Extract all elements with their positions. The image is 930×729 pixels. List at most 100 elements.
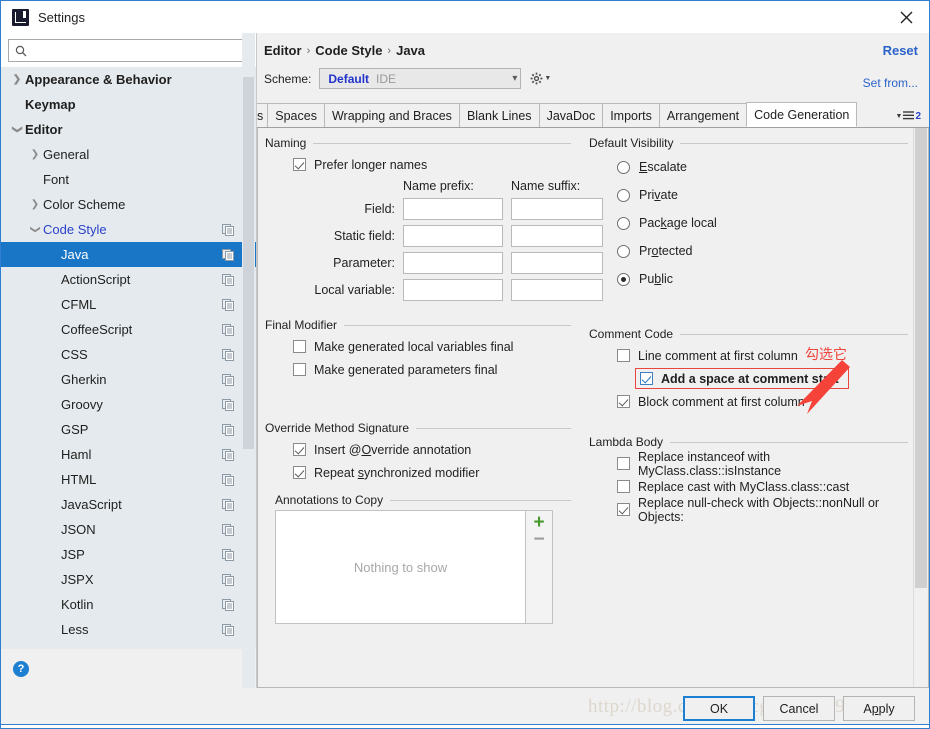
sidebar-scrollbar-thumb[interactable] xyxy=(243,77,254,449)
chevron-right-icon[interactable]: ❯ xyxy=(27,149,43,160)
copy-scheme-icon[interactable] xyxy=(222,548,234,561)
radio-public[interactable]: Public xyxy=(617,265,908,293)
sidebar-item-haml[interactable]: Haml xyxy=(1,442,256,467)
radio-package-local[interactable]: Package local xyxy=(617,209,908,237)
sidebar-item-jsp[interactable]: JSP xyxy=(1,542,256,567)
copy-scheme-icon[interactable] xyxy=(222,448,234,461)
sidebar-item-groovy[interactable]: Groovy xyxy=(1,392,256,417)
tab-code-generation[interactable]: Code Generation xyxy=(746,102,858,127)
sidebar-item-cfml[interactable]: CFML xyxy=(1,292,256,317)
sidebar-item-properties[interactable]: Properties xyxy=(1,642,256,649)
sidebar-item-actionscript[interactable]: ActionScript xyxy=(1,267,256,292)
annotations-list[interactable]: Nothing to show xyxy=(275,510,526,624)
copy-scheme-icon[interactable] xyxy=(222,273,234,286)
reset-link[interactable]: Reset xyxy=(883,43,918,58)
tab-wrapping-and-braces[interactable]: Wrapping and Braces xyxy=(323,103,460,127)
apply-label: Apply xyxy=(863,701,895,716)
tab-imports[interactable]: Imports xyxy=(602,103,660,127)
input-static-field-prefix[interactable] xyxy=(403,225,503,247)
copy-scheme-icon[interactable] xyxy=(222,423,234,436)
checkbox-add-a-space-at-comment-start[interactable]: Add a space at comment start xyxy=(617,367,908,390)
settings-tree[interactable]: ❯ Appearance & Behavior Keymap ❯ Editor ❯ Gen… xyxy=(1,67,256,649)
tab-overflow-button[interactable]: ▼ 2 xyxy=(896,109,930,127)
sidebar-item-less[interactable]: Less xyxy=(1,617,256,642)
copy-scheme-icon[interactable] xyxy=(222,523,234,536)
sidebar-item-kotlin[interactable]: Kotlin xyxy=(1,592,256,617)
input-parameter-prefix[interactable] xyxy=(403,252,503,274)
copy-scheme-icon[interactable] xyxy=(222,473,234,486)
checkbox-repeat-synchronized-modifier[interactable]: Repeat synchronized modifier xyxy=(293,461,571,484)
copy-scheme-icon[interactable] xyxy=(222,323,234,336)
copy-scheme-icon[interactable] xyxy=(222,373,234,386)
radio-escalate[interactable]: Escalate xyxy=(617,153,908,181)
input-local-variable-prefix[interactable] xyxy=(403,279,503,301)
radio-protected[interactable]: Protected xyxy=(617,237,908,265)
content-scrollbar[interactable] xyxy=(913,128,928,687)
help-icon[interactable]: ? xyxy=(13,660,29,677)
search-box[interactable] xyxy=(8,39,250,62)
copy-scheme-icon[interactable] xyxy=(222,573,234,586)
copy-scheme-icon[interactable] xyxy=(222,248,234,261)
apply-button[interactable]: Apply xyxy=(843,696,915,721)
add-annotation-button[interactable]: + xyxy=(533,513,544,532)
copy-scheme-icon[interactable] xyxy=(222,348,234,361)
copy-scheme-icon[interactable] xyxy=(222,398,234,411)
copy-scheme-icon[interactable] xyxy=(222,223,234,236)
sidebar-item-gsp[interactable]: GSP xyxy=(1,417,256,442)
copy-scheme-icon[interactable] xyxy=(222,298,234,311)
checkbox-make-generated-local-variables-final[interactable]: Make generated local variables final xyxy=(293,335,571,358)
checkbox-line-comment-at-first-column[interactable]: Line comment at first column xyxy=(617,344,908,367)
sidebar-item-javascript[interactable]: JavaScript xyxy=(1,492,256,517)
copy-scheme-icon[interactable] xyxy=(222,498,234,511)
breadcrumb-item[interactable]: Editor xyxy=(264,43,302,58)
checkbox-replace-instanceof-with-myclass-class-isinst[interactable]: Replace instanceof with MyClass.class::i… xyxy=(617,450,908,478)
ok-button[interactable]: OK xyxy=(683,696,755,721)
tab-blank-lines[interactable]: Blank Lines xyxy=(458,103,540,127)
close-icon[interactable] xyxy=(884,1,929,33)
sidebar-item-appearance-behavior[interactable]: ❯ Appearance & Behavior xyxy=(1,67,256,92)
sidebar-item-font[interactable]: Font xyxy=(1,167,256,192)
group-body-final-modifier: Make generated local variables final Make… xyxy=(265,335,571,381)
radio-private[interactable]: Private xyxy=(617,181,908,209)
chevron-down-icon[interactable]: ❯ xyxy=(12,122,23,138)
scheme-dropdown[interactable]: Default IDE ▾ xyxy=(319,68,522,89)
sidebar-item-editor[interactable]: ❯ Editor xyxy=(1,117,256,142)
checkbox-insert-override-annotation[interactable]: Insert @Override annotation xyxy=(293,438,571,461)
sidebar-item-html[interactable]: HTML xyxy=(1,467,256,492)
chevron-right-icon[interactable]: ❯ xyxy=(9,74,25,85)
sidebar-scrollbar[interactable] xyxy=(242,33,255,688)
checkbox-make-generated-parameters-final[interactable]: Make generated parameters final xyxy=(293,358,571,381)
copy-scheme-icon[interactable] xyxy=(222,648,234,649)
tab-spaces[interactable]: Spaces xyxy=(267,103,325,127)
checkbox-block-comment-at-first-column[interactable]: Block comment at first column xyxy=(617,390,908,413)
sidebar-item-json[interactable]: JSON xyxy=(1,517,256,542)
copy-scheme-icon[interactable] xyxy=(222,598,234,611)
breadcrumb-item[interactable]: Code Style xyxy=(315,43,382,58)
chevron-down-icon[interactable]: ❯ xyxy=(30,222,41,238)
scheme-settings-button[interactable]: ▼ xyxy=(530,72,551,85)
group-body-naming: Prefer longer names Name prefix: Name suf… xyxy=(265,153,603,301)
tab-javadoc[interactable]: JavaDoc xyxy=(538,103,604,127)
sidebar-item-coffeescript[interactable]: CoffeeScript xyxy=(1,317,256,342)
cancel-button[interactable]: Cancel xyxy=(763,696,835,721)
content-scrollbar-thumb[interactable] xyxy=(915,128,927,588)
input-field-prefix[interactable] xyxy=(403,198,503,220)
sidebar-item-java[interactable]: Java xyxy=(1,242,256,267)
sidebar-item-keymap[interactable]: Keymap xyxy=(1,92,256,117)
set-from-link[interactable]: Set from... xyxy=(863,76,918,90)
copy-scheme-icon[interactable] xyxy=(222,623,234,636)
checkbox-replace-null-check-with-objects-nonnull-or-o[interactable]: Replace null-check with Objects::nonNull… xyxy=(617,496,908,524)
sidebar-item-label: GSP xyxy=(61,422,89,437)
chevron-right-icon[interactable]: ❯ xyxy=(27,199,43,210)
sidebar-item-gherkin[interactable]: Gherkin xyxy=(1,367,256,392)
sidebar-item-code-style[interactable]: ❯ Code Style xyxy=(1,217,256,242)
search-input[interactable] xyxy=(33,42,245,59)
sidebar-item-general[interactable]: ❯ General xyxy=(1,142,256,167)
remove-annotation-button[interactable]: − xyxy=(533,530,544,549)
sidebar-item-css[interactable]: CSS xyxy=(1,342,256,367)
tab-arrangement[interactable]: Arrangement xyxy=(658,103,748,127)
sidebar-item-jspx[interactable]: JSPX xyxy=(1,567,256,592)
checkbox-prefer-longer-names[interactable]: Prefer longer names xyxy=(293,153,571,176)
sidebar-item-color-scheme[interactable]: ❯ Color Scheme xyxy=(1,192,256,217)
